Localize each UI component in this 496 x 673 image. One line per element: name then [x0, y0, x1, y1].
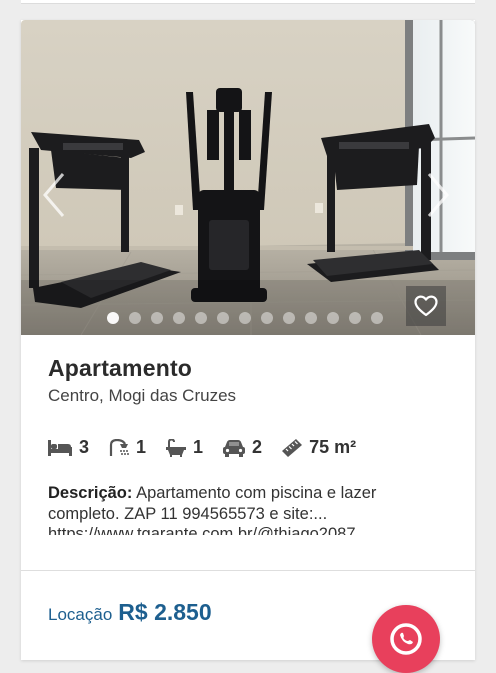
bed-icon [48, 439, 72, 456]
feature-area: 75 m² [282, 437, 356, 458]
carousel-dot[interactable] [327, 312, 339, 324]
feature-parking: 2 [223, 437, 262, 458]
bathtubs-count: 1 [193, 437, 204, 457]
carousel-dot[interactable] [107, 312, 119, 324]
carousel-dot[interactable] [239, 312, 251, 324]
showers-count: 1 [136, 437, 147, 457]
listing-photo-carousel[interactable] [21, 20, 475, 335]
price-value: R$ 2.850 [118, 599, 212, 625]
card-divider [21, 570, 475, 571]
carousel-dot[interactable] [129, 312, 141, 324]
chevron-left-icon [43, 173, 65, 217]
carousel-dot[interactable] [349, 312, 361, 324]
parking-count: 2 [252, 437, 263, 457]
area-value: 75 m² [309, 437, 357, 457]
carousel-indicators [107, 312, 383, 324]
carousel-prev-button[interactable] [39, 170, 69, 220]
carousel-dot[interactable] [283, 312, 295, 324]
price-line: Locação R$ 2.850 [48, 599, 212, 626]
carousel-next-button[interactable] [423, 170, 453, 220]
bedrooms-count: 3 [79, 437, 90, 457]
carousel-dot[interactable] [305, 312, 317, 324]
feature-showers: 1 [109, 437, 146, 458]
description-label: Descrição: [48, 484, 133, 502]
carousel-dot[interactable] [261, 312, 273, 324]
ruler-icon [282, 438, 303, 457]
chevron-right-icon [427, 173, 449, 217]
listing-features: 3 1 1 2 75 m² [48, 437, 376, 458]
listing-card[interactable]: Apartamento Centro, Mogi das Cruzes 3 1 … [21, 20, 475, 660]
feature-bathtubs: 1 [166, 437, 203, 458]
previous-card-edge [21, 0, 475, 4]
car-icon [223, 439, 246, 457]
whatsapp-button[interactable] [372, 605, 440, 673]
price-type-label: Locação [48, 605, 113, 624]
carousel-dot[interactable] [371, 312, 383, 324]
carousel-dot[interactable] [173, 312, 185, 324]
listing-description: Descrição: Apartamento com piscina e laz… [48, 483, 448, 535]
carousel-dot[interactable] [195, 312, 207, 324]
feature-bedrooms: 3 [48, 437, 89, 458]
listing-title[interactable]: Apartamento [48, 355, 192, 382]
heart-outline-icon [414, 295, 438, 317]
bathtub-icon [166, 438, 187, 457]
listing-address: Centro, Mogi das Cruzes [48, 386, 237, 405]
carousel-dot[interactable] [217, 312, 229, 324]
carousel-dot[interactable] [151, 312, 163, 324]
shower-icon [109, 438, 130, 456]
favorite-button[interactable] [406, 286, 446, 326]
whatsapp-icon [390, 623, 422, 655]
